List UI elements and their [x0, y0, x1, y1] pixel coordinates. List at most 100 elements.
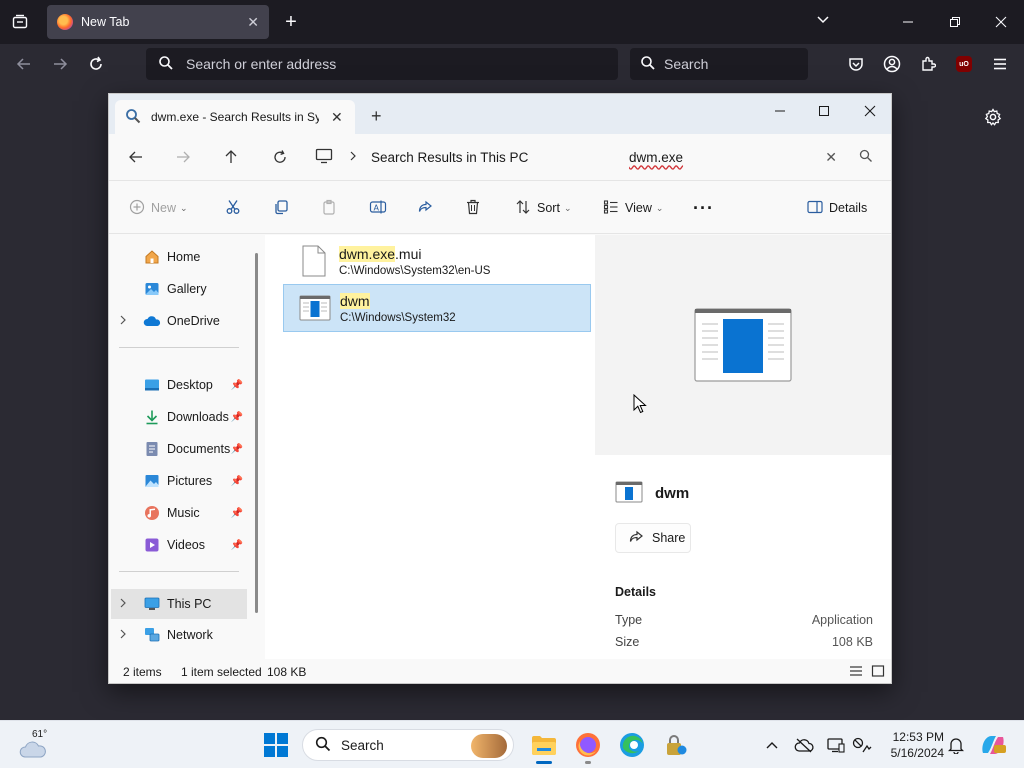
pin-icon[interactable]: 📌: [231, 476, 243, 487]
explorer-search-input[interactable]: dwm.exe ✕: [621, 140, 883, 174]
extensions-icon[interactable]: [916, 52, 940, 76]
sidebar-item-label: Documents: [167, 442, 231, 456]
browser-search-bar[interactable]: Search: [630, 48, 808, 80]
onedrive-offline-icon[interactable]: [794, 735, 814, 755]
chevron-right-icon[interactable]: [119, 315, 133, 328]
restore-icon[interactable]: [943, 10, 967, 34]
maximize-icon[interactable]: [807, 98, 841, 124]
cut-button[interactable]: [225, 195, 241, 221]
weather-widget[interactable]: 61°: [18, 729, 58, 761]
search-highlight-image: [471, 734, 507, 758]
ublock-origin-icon[interactable]: uO: [952, 52, 976, 76]
chevron-down-icon[interactable]: [816, 12, 830, 28]
paste-button[interactable]: [321, 195, 337, 221]
network-status-icon[interactable]: [852, 735, 872, 755]
pin-icon[interactable]: 📌: [231, 508, 243, 519]
more-options-icon[interactable]: ···: [693, 195, 714, 221]
sidebar-item-downloads[interactable]: Downloads 📌: [111, 403, 247, 431]
sidebar-item-home[interactable]: Home: [111, 243, 247, 271]
share-icon: [628, 529, 644, 548]
pocket-icon[interactable]: [844, 52, 868, 76]
chevron-right-icon[interactable]: [349, 150, 357, 164]
sidebar-item-onedrive[interactable]: OneDrive: [111, 307, 247, 335]
refresh-icon[interactable]: [266, 144, 294, 170]
pin-icon[interactable]: 📌: [231, 412, 243, 423]
file-row-dwm-exe-mui[interactable]: dwm.exe.mui C:\Windows\System32\en-US: [283, 237, 591, 285]
sidebar-item-music[interactable]: Music 📌: [111, 499, 247, 527]
sidebar-item-gallery[interactable]: Gallery: [111, 275, 247, 303]
display-icon[interactable]: [826, 735, 846, 755]
browser-tab-new-tab[interactable]: New Tab ✕: [47, 5, 269, 39]
new-button[interactable]: New ⌄: [129, 195, 188, 221]
sidebar-scrollbar[interactable]: [255, 253, 258, 613]
back-arrow-icon[interactable]: [12, 52, 36, 76]
up-arrow-icon[interactable]: [217, 144, 245, 170]
sidebar-item-pictures[interactable]: Pictures 📌: [111, 467, 247, 495]
file-name-rest: .mui: [395, 245, 422, 262]
lock-icon: [667, 735, 687, 755]
close-window-icon[interactable]: [853, 98, 887, 124]
reload-icon[interactable]: [84, 52, 108, 76]
minimize-icon[interactable]: [896, 10, 920, 34]
copy-button[interactable]: [273, 195, 289, 221]
hamburger-menu-icon[interactable]: [988, 52, 1012, 76]
new-tab-button[interactable]: +: [371, 106, 382, 127]
delete-button[interactable]: [465, 195, 481, 221]
view-label: View: [625, 201, 652, 215]
network-icon: [143, 627, 161, 643]
tiles-view-icon[interactable]: [871, 664, 885, 681]
rename-icon: A: [369, 199, 387, 218]
close-window-icon[interactable]: [989, 10, 1013, 34]
sidebar-item-documents[interactable]: Documents 📌: [111, 435, 247, 463]
copilot-icon[interactable]: [980, 733, 1006, 757]
close-tab-icon[interactable]: ✕: [331, 109, 343, 126]
rename-button[interactable]: A: [369, 195, 387, 221]
minimize-icon[interactable]: [763, 98, 797, 124]
back-arrow-icon[interactable]: [122, 144, 150, 170]
edge-taskbar-button[interactable]: [614, 729, 650, 761]
chevron-up-icon[interactable]: [762, 735, 782, 755]
sidebar-item-network[interactable]: Network: [111, 621, 247, 649]
details-pane-button[interactable]: Details: [807, 195, 867, 221]
file-explorer-taskbar-button[interactable]: [526, 729, 562, 764]
sidebar-item-desktop[interactable]: Desktop 📌: [111, 371, 247, 399]
forward-arrow-icon[interactable]: [169, 144, 197, 170]
search-icon[interactable]: [859, 149, 873, 166]
firefox-view-icon[interactable]: [8, 10, 32, 34]
address-bar[interactable]: Search or enter address: [146, 48, 618, 80]
pin-icon[interactable]: 📌: [231, 540, 243, 551]
explorer-address-bar[interactable]: Search Results in This PC: [315, 140, 615, 174]
pin-icon[interactable]: 📌: [231, 444, 243, 455]
taskbar-search-box[interactable]: Search: [302, 729, 514, 761]
security-app-taskbar-button[interactable]: [658, 729, 694, 761]
file-row-dwm[interactable]: dwm C:\Windows\System32: [283, 284, 591, 332]
new-tab-button[interactable]: +: [280, 11, 302, 33]
search-icon: [125, 108, 141, 127]
sidebar-item-label: Videos: [167, 538, 205, 552]
share-button[interactable]: [417, 195, 433, 221]
plus-circle-icon: [129, 199, 145, 218]
chevron-right-icon[interactable]: [119, 629, 133, 642]
gear-icon[interactable]: [980, 104, 1006, 130]
chevron-right-icon[interactable]: [119, 598, 133, 611]
notification-bell-icon[interactable]: [946, 735, 966, 755]
details-view-icon[interactable]: [849, 664, 863, 681]
file-name-match: dwm.exe: [339, 245, 396, 262]
sidebar-item-this-pc[interactable]: This PC: [111, 589, 247, 619]
preview-title: dwm: [655, 485, 690, 502]
system-clock[interactable]: 12:53 PM 5/16/2024: [880, 729, 944, 761]
firefox-taskbar-button[interactable]: [570, 729, 606, 764]
sidebar-item-label: This PC: [167, 597, 212, 611]
sort-button[interactable]: Sort ⌄: [515, 195, 571, 221]
clear-search-icon[interactable]: ✕: [825, 149, 837, 166]
close-tab-icon[interactable]: ✕: [247, 14, 259, 31]
start-button[interactable]: [264, 733, 288, 757]
view-button[interactable]: View ⌄: [603, 195, 663, 221]
share-button[interactable]: Share: [615, 523, 691, 553]
pin-icon[interactable]: 📌: [231, 380, 243, 391]
explorer-tab[interactable]: dwm.exe - Search Results in System32 ✕: [115, 100, 355, 134]
gallery-icon: [143, 281, 161, 297]
account-icon[interactable]: [880, 52, 904, 76]
forward-arrow-icon[interactable]: [48, 52, 72, 76]
sidebar-item-videos[interactable]: Videos 📌: [111, 531, 247, 559]
